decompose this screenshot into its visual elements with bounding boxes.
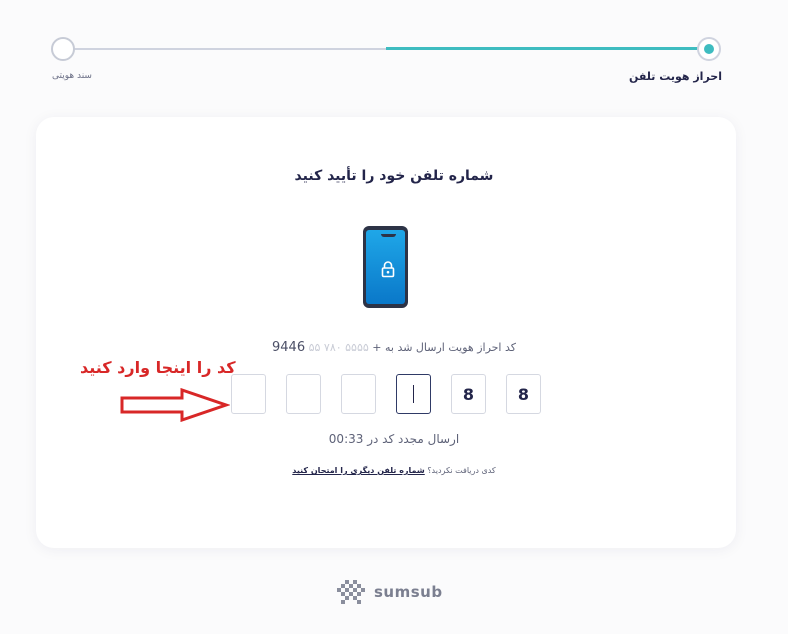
step-active-dot <box>704 44 714 54</box>
sumsub-logo-icon <box>337 580 365 604</box>
phone-lock-icon <box>363 226 408 308</box>
step-indicator-id-document <box>51 37 75 61</box>
step-indicator-phone <box>697 37 721 61</box>
help-question: کدی دریافت نکردید؟ <box>427 466 496 475</box>
page-title: شماره تلفن خود را تأیید کنید <box>294 168 494 184</box>
code-digit-input[interactable] <box>341 374 376 414</box>
phone-masked-digits: ۵۵ ۷۸۰ ۵۵۵۵ <box>308 341 369 354</box>
stepper-track-progress <box>386 47 698 50</box>
code-sent-message: 9446 ۵۵ ۷۸۰ ۵۵۵۵ + کد احراز هویت ارسال ش… <box>0 340 788 355</box>
progress-stepper: سند هویتی احراز هویت تلفن <box>0 0 788 90</box>
step-label-phone: احراز هویت تلفن <box>628 70 722 83</box>
annotation-label: کد را اینجا وارد کنید <box>80 358 236 377</box>
code-digit-value: 8 <box>462 384 475 404</box>
phone-notch <box>381 234 396 237</box>
brand-name: sumsub <box>374 583 443 601</box>
try-another-number-link[interactable]: شماره تلفن دیگری را امتحان کنید <box>292 466 425 475</box>
stepper-track-pending <box>73 48 386 50</box>
code-digit-input[interactable] <box>231 374 266 414</box>
sumsub-brand: sumsub <box>334 578 443 606</box>
phone-screen <box>366 230 405 304</box>
resend-countdown: 00:33 ارسال مجدد کد در <box>0 432 788 446</box>
resend-timer: 00:33 <box>328 432 364 446</box>
step-label-id-document: سند هویتی <box>52 71 92 81</box>
phone-prefix: + <box>372 341 382 354</box>
help-text: کدی دریافت نکردید؟ شماره تلفن دیگری را ا… <box>0 466 788 475</box>
resend-label: ارسال مجدد کد در <box>367 432 460 446</box>
lock-icon <box>381 261 395 278</box>
code-digit-value: 8 <box>517 384 530 404</box>
code-digit-input[interactable] <box>286 374 321 414</box>
code-sent-label: کد احراز هویت ارسال شد به <box>384 341 516 354</box>
code-digit-input[interactable]: 8 <box>506 374 541 414</box>
code-digit-input[interactable]: 8 <box>451 374 486 414</box>
phone-last-digits: 9446 <box>272 340 306 355</box>
text-caret <box>413 385 414 403</box>
code-digit-input-active[interactable] <box>396 374 431 414</box>
annotation-arrow-icon <box>120 388 230 422</box>
